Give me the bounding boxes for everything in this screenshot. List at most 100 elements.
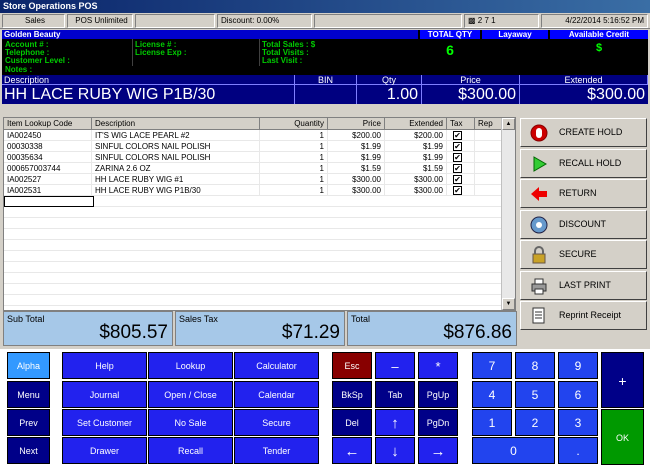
empty-row[interactable] (4, 229, 502, 240)
empty-row[interactable] (4, 284, 502, 295)
function-button-label: Reprint Receipt (559, 310, 622, 320)
cell-rep (475, 174, 502, 185)
col-header-description[interactable]: Description (92, 118, 260, 130)
table-row[interactable]: IA002450 IT'S WIG LACE PEARL #2 1 $200.00 $2… (4, 130, 502, 141)
items-grid[interactable]: Item Lookup Code Description Quantity Pr… (3, 117, 516, 311)
col-header-quantity[interactable]: Quantity (260, 118, 328, 130)
tax-checkbox[interactable]: ✔ (453, 164, 462, 173)
alpha-key[interactable]: Alpha (7, 352, 50, 379)
key-2[interactable]: 2 (515, 409, 555, 436)
empty-row[interactable] (4, 295, 502, 306)
set-customer-key[interactable]: Set Customer (62, 409, 147, 436)
cell-lookup-code: IA002527 (4, 174, 92, 185)
arrow-up-key[interactable]: ↑ (375, 409, 415, 436)
no-sale-key[interactable]: No Sale (148, 409, 233, 436)
scroll-up-button[interactable]: ▲ (502, 118, 515, 130)
create-hold-button[interactable]: CREATE HOLD (520, 118, 647, 147)
next-key[interactable]: Next (7, 437, 50, 464)
tax-checkbox[interactable]: ✔ (453, 153, 462, 162)
table-row[interactable]: 00035634 SINFUL COLORS NAIL POLISH 1 $1.99 $… (4, 152, 502, 163)
open-close-key[interactable]: Open / Close (148, 381, 233, 408)
function-button-label: RECALL HOLD (559, 157, 622, 168)
cell-rep (475, 185, 502, 196)
cell-description: ZARINA 2.6 OZ (92, 163, 260, 174)
key-6[interactable]: 6 (558, 381, 598, 408)
key-5[interactable]: 5 (515, 381, 555, 408)
arrow-left-key[interactable]: ← (332, 437, 372, 464)
tender-key[interactable]: Tender (234, 437, 319, 464)
calculator-key[interactable]: Calculator (234, 352, 319, 379)
col-header-extended[interactable]: Extended (385, 118, 447, 130)
delete-key[interactable]: Del (332, 409, 372, 436)
empty-row[interactable] (4, 218, 502, 229)
empty-row[interactable] (4, 262, 502, 273)
lookup-key[interactable]: Lookup (148, 352, 233, 379)
minus-key[interactable]: – (375, 352, 415, 379)
arrow-down-key[interactable]: ↓ (375, 437, 415, 464)
window-title-bar: Store Operations POS (0, 0, 650, 13)
table-row[interactable]: IA002527 HH LACE RUBY WIG #1 1 $300.00 $300.… (4, 174, 502, 185)
key-9[interactable]: 9 (558, 352, 598, 379)
customer-name: Golden Beauty (2, 30, 418, 39)
cell-extended: $1.99 (385, 141, 447, 152)
tax-checkbox[interactable]: ✔ (453, 131, 462, 140)
tab-key[interactable]: Tab (375, 381, 415, 408)
empty-row[interactable] (4, 251, 502, 262)
key-4[interactable]: 4 (472, 381, 512, 408)
multiply-key[interactable]: * (418, 352, 458, 379)
table-row[interactable]: 00030338 SINFUL COLORS NAIL POLISH 1 $1.99 $… (4, 141, 502, 152)
grid-scrollbar[interactable]: ▲ ▼ (501, 118, 515, 310)
recall-key[interactable]: Recall (148, 437, 233, 464)
cell-quantity: 1 (260, 152, 328, 163)
current-bin-header: BIN (295, 75, 357, 85)
esc-key[interactable]: Esc (332, 352, 372, 379)
cell-extended: $1.99 (385, 152, 447, 163)
col-header-lookup-code[interactable]: Item Lookup Code (4, 118, 92, 130)
key-8[interactable]: 8 (515, 352, 555, 379)
menu-key[interactable]: Menu (7, 381, 50, 408)
drawer-key[interactable]: Drawer (62, 437, 147, 464)
arrow-right-key[interactable]: → (418, 437, 458, 464)
tax-checkbox[interactable]: ✔ (453, 142, 462, 151)
table-row[interactable]: 000657003744 ZARINA 2.6 OZ 1 $1.59 $1.59 ✔ (4, 163, 502, 174)
backspace-key[interactable]: BkSp (332, 381, 372, 408)
help-key[interactable]: Help (62, 352, 147, 379)
new-item-entry-cell[interactable] (4, 196, 94, 207)
recall-hold-button[interactable]: RECALL HOLD (520, 148, 647, 178)
discount-button[interactable]: DISCOUNT (520, 209, 647, 239)
table-row[interactable]: IA002531 HH LACE RUBY WIG P1B/30 1 $300.00 $… (4, 185, 502, 196)
reprint-receipt-button[interactable]: Reprint Receipt (520, 301, 647, 330)
empty-row[interactable] (4, 196, 502, 207)
current-extended-value: $300.00 (587, 86, 645, 103)
play-icon (529, 154, 549, 174)
cell-lookup-code: 000657003744 (4, 163, 92, 174)
cell-extended: $300.00 (385, 185, 447, 196)
key-1[interactable]: 1 (472, 409, 512, 436)
page-down-key[interactable]: PgDn (418, 409, 458, 436)
empty-row[interactable] (4, 207, 502, 218)
prev-key[interactable]: Prev (7, 409, 50, 436)
key-7[interactable]: 7 (472, 352, 512, 379)
journal-key[interactable]: Journal (62, 381, 147, 408)
page-up-key[interactable]: PgUp (418, 381, 458, 408)
calendar-key[interactable]: Calendar (234, 381, 319, 408)
plus-key[interactable]: + (601, 352, 644, 408)
ok-key[interactable]: OK (601, 409, 644, 465)
key-0[interactable]: 0 (472, 437, 555, 464)
key-3[interactable]: 3 (558, 409, 598, 436)
tax-checkbox[interactable]: ✔ (453, 186, 462, 195)
decimal-key[interactable]: . (558, 437, 598, 464)
secure-button[interactable]: SECURE (520, 240, 647, 269)
tax-checkbox[interactable]: ✔ (453, 175, 462, 184)
col-header-rep[interactable]: Rep (475, 118, 502, 130)
status-icons-counts: 2 7 1 (477, 16, 496, 25)
secure-key[interactable]: Secure (234, 409, 319, 436)
col-header-tax[interactable]: Tax (447, 118, 475, 130)
scroll-down-button[interactable]: ▼ (502, 298, 515, 310)
empty-row[interactable] (4, 240, 502, 251)
col-header-price[interactable]: Price (328, 118, 385, 130)
return-button[interactable]: RETURN (520, 179, 647, 208)
last-print-button[interactable]: LAST PRINT (520, 270, 647, 300)
empty-row[interactable] (4, 273, 502, 284)
cell-tax: ✔ (447, 185, 475, 196)
